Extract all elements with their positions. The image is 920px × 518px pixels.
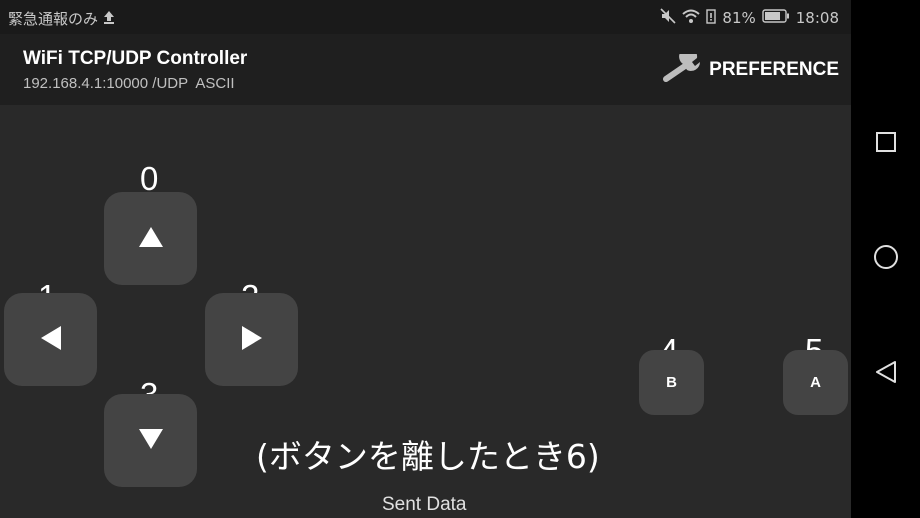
b-button[interactable]: B	[639, 350, 704, 415]
down-button[interactable]	[104, 394, 197, 487]
recents-button[interactable]	[871, 129, 901, 159]
circle-icon	[873, 244, 899, 274]
release-note: (ボタンを離したとき6)	[256, 437, 600, 476]
app-window: 緊急通報のみ 81% 18:08 WiFi TCP/UDP Controller…	[0, 0, 851, 518]
app-title: WiFi TCP/UDP Controller	[23, 48, 248, 69]
upload-icon	[102, 10, 116, 28]
wifi-icon	[682, 8, 701, 28]
app-toolbar: WiFi TCP/UDP Controller 192.168.4.1:1000…	[0, 34, 851, 105]
preference-label: PREFERENCE	[709, 59, 839, 80]
triangle-back-icon	[875, 360, 897, 388]
arrow-right-icon	[241, 325, 262, 354]
right-button[interactable]	[205, 293, 298, 386]
a-button-label: A	[810, 374, 821, 391]
arrow-left-icon	[40, 325, 61, 354]
b-button-label: B	[666, 374, 677, 391]
square-icon	[875, 131, 897, 157]
arrow-up-icon	[138, 226, 163, 251]
status-bar: 緊急通報のみ 81% 18:08	[0, 0, 851, 34]
clock: 18:08	[795, 9, 839, 27]
carrier-text: 緊急通報のみ	[8, 10, 99, 28]
back-button[interactable]	[871, 359, 901, 389]
battery-percent: 81%	[722, 9, 756, 27]
mute-icon	[660, 8, 676, 28]
arrow-down-icon	[138, 428, 163, 453]
connection-info: 192.168.4.1:10000 /UDP ASCII	[23, 75, 235, 92]
status-left: 緊急通報のみ	[8, 8, 116, 29]
status-right: 81% 18:08	[660, 8, 839, 28]
battery-alert-icon	[706, 8, 717, 28]
left-button[interactable]	[4, 293, 97, 386]
navigation-bar	[851, 0, 920, 518]
wrench-icon	[663, 47, 703, 86]
up-button[interactable]	[104, 192, 197, 285]
a-button[interactable]: A	[783, 350, 848, 415]
sent-data-label: Sent Data	[382, 494, 467, 515]
battery-icon	[762, 9, 790, 27]
preference-button[interactable]: PREFERENCE	[663, 47, 839, 86]
home-button[interactable]	[871, 244, 901, 274]
